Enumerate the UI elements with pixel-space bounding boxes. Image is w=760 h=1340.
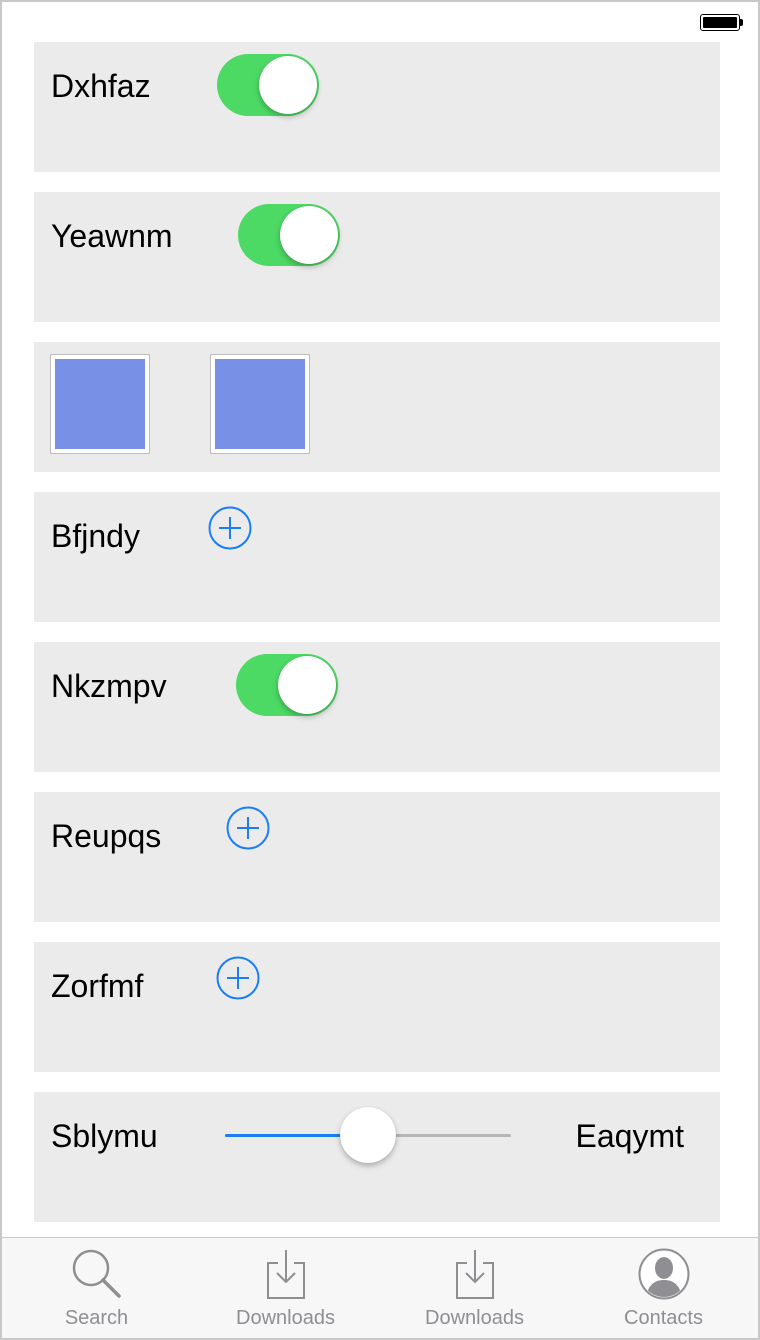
dxhfaz-toggle-switch[interactable]: [217, 54, 319, 116]
row-label: Zorfmf: [51, 968, 144, 1004]
battery-icon: [700, 14, 744, 33]
image-thumbnail-2[interactable]: [210, 354, 310, 454]
sblymu-slider[interactable]: [225, 1104, 511, 1166]
app-screen: Dxhfaz Yeawnm Bfjndy Nkzmpv Reupqs Zorfm…: [0, 0, 760, 1340]
yeawnm-toggle-switch[interactable]: [238, 204, 340, 266]
image-thumbnail-1[interactable]: [50, 354, 150, 454]
tab-label: Downloads: [425, 1307, 524, 1329]
settings-row-bfjndy: Bfjndy: [34, 492, 720, 622]
tab-label: Search: [64, 1307, 129, 1329]
download-icon: [455, 1250, 494, 1299]
row-label: Nkzmpv: [51, 668, 167, 704]
contacts-icon: [638, 1248, 689, 1300]
row-label: Reupqs: [51, 818, 162, 854]
settings-row-nkzmpv: Nkzmpv: [34, 642, 720, 772]
settings-row-sblymu: Sblymu Eaqymt: [34, 1092, 720, 1222]
row-label: Sblymu: [51, 1118, 158, 1154]
download-icon: [266, 1250, 305, 1299]
tab-bar: Search Downloads Downloads Contacts: [2, 1237, 758, 1338]
settings-row-yeawnm: Yeawnm: [34, 192, 720, 322]
image-row: [34, 342, 720, 472]
switch-knob: [259, 56, 317, 114]
tab-contacts[interactable]: Contacts: [569, 1238, 758, 1338]
row-label: Yeawnm: [51, 218, 173, 254]
settings-row-zorfmf: Zorfmf: [34, 942, 720, 1072]
plus-circle-icon[interactable]: [208, 506, 252, 550]
slider-thumb[interactable]: [340, 1107, 396, 1163]
nkzmpv-toggle-switch[interactable]: [236, 654, 338, 716]
slider-right-label: Eaqymt: [575, 1118, 684, 1154]
row-label: Bfjndy: [51, 518, 140, 554]
row-label: Dxhfaz: [51, 68, 151, 104]
settings-row-dxhfaz: Dxhfaz: [34, 42, 720, 172]
plus-circle-icon[interactable]: [226, 806, 270, 850]
settings-row-reupqs: Reupqs: [34, 792, 720, 922]
tab-label: Contacts: [624, 1307, 703, 1329]
plus-circle-icon[interactable]: [216, 956, 260, 1000]
switch-knob: [278, 656, 336, 714]
search-icon: [72, 1249, 121, 1298]
tab-search[interactable]: Search: [2, 1238, 191, 1338]
switch-knob: [280, 206, 338, 264]
tab-downloads-1[interactable]: Downloads: [191, 1238, 380, 1338]
tab-downloads-2[interactable]: Downloads: [380, 1238, 569, 1338]
tab-label: Downloads: [236, 1307, 335, 1329]
